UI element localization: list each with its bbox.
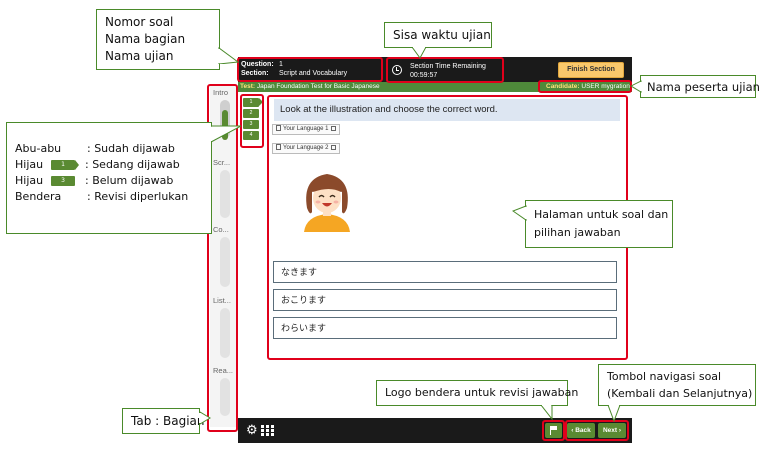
callout-tail	[607, 405, 621, 422]
callout-content-area: Halaman untuk soal dan pilihan jawaban	[525, 200, 673, 248]
callout-candidate: Nama peserta ujian	[640, 75, 760, 98]
highlight-question-info	[237, 57, 383, 82]
callout-tail	[512, 205, 527, 221]
test-value: Japan Foundation Test for Basic Japanese	[256, 83, 380, 90]
highlight-question-nav	[240, 94, 264, 148]
legend-row-flagged: Bendera: Revisi diperlukan	[15, 190, 189, 203]
highlight-candidate	[538, 80, 632, 93]
test-label: Test:	[240, 83, 256, 90]
callout-flag: Logo bendera untuk revisi jawaban	[376, 380, 578, 406]
callout-tail	[540, 405, 553, 421]
callout-tail	[211, 125, 242, 143]
legend-row-current: Hijau 1: Sedang dijawab	[15, 158, 180, 171]
legend-row-unanswered: Hijau 3: Belum dijawab	[15, 174, 174, 187]
callout-tail	[411, 47, 427, 59]
callout-question-info: Nomor soal Nama bagian Nama ujian	[96, 9, 220, 70]
highlight-timer	[386, 57, 504, 83]
callout-timer: Sisa waktu ujian	[384, 22, 492, 48]
finish-section-button[interactable]: Finish Section	[558, 62, 624, 78]
highlight-flag	[542, 420, 565, 441]
legend-row-answered: Abu-abu: Sudah dijawab	[15, 142, 175, 155]
callout-tail	[218, 47, 240, 64]
callout-tail	[630, 80, 642, 93]
callout-legend: Abu-abu: Sudah dijawab Hijau 1: Sedang di…	[6, 122, 212, 234]
callout-nav-buttons: Tombol navigasi soal (Kembali dan Selanj…	[598, 364, 756, 406]
callout-tail	[199, 411, 211, 425]
grid-icon[interactable]	[261, 425, 274, 436]
gear-icon[interactable]: ⚙	[246, 423, 258, 436]
test-name: Test: Japan Foundation Test for Basic Ja…	[240, 82, 380, 92]
callout-tab: Tab : Bagian	[122, 408, 204, 434]
highlight-nav-buttons	[565, 420, 629, 441]
